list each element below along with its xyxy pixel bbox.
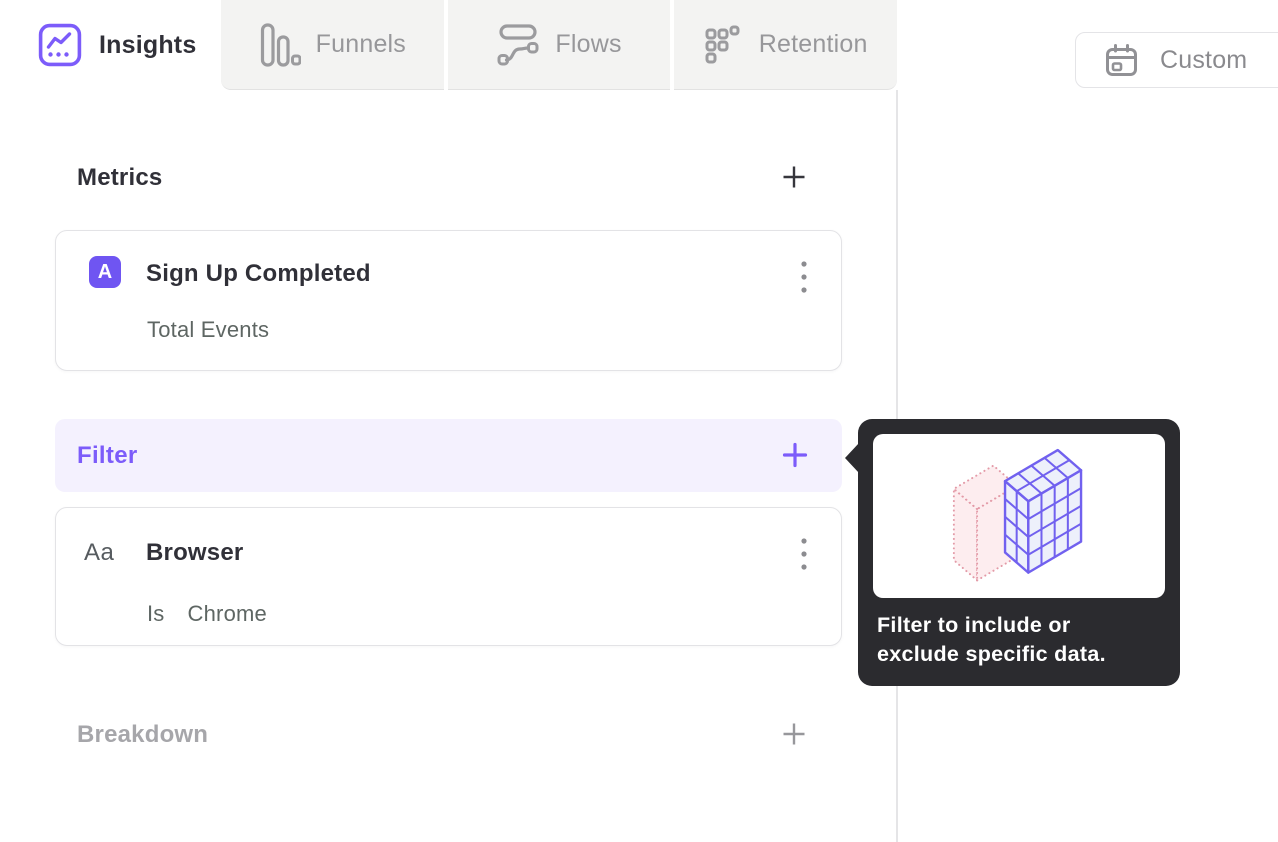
calendar-icon xyxy=(1106,43,1137,76)
filter-card-browser[interactable]: Aa Browser Is Chrome xyxy=(55,507,842,646)
tab-funnels-label: Funnels xyxy=(315,30,406,58)
tab-retention[interactable]: Retention xyxy=(674,0,898,90)
tooltip-text-line2: exclude specific data. xyxy=(877,642,1106,666)
metric-title: Sign Up Completed xyxy=(146,260,371,287)
filter-section-row[interactable]: Filter xyxy=(55,419,842,492)
metric-options-kebab-icon[interactable] xyxy=(796,259,812,295)
metrics-section-title: Metrics xyxy=(77,164,163,191)
tab-insights[interactable]: Insights xyxy=(0,0,220,90)
tooltip-text: Filter to include or exclude specific da… xyxy=(877,611,1167,669)
inactive-tabs-group: Funnels Flows Retention xyxy=(221,0,898,90)
flows-icon xyxy=(497,23,539,65)
tab-insights-label: Insights xyxy=(99,30,197,59)
plus-icon xyxy=(783,166,805,188)
filter-operator: Is xyxy=(147,601,165,626)
funnels-icon xyxy=(260,22,301,67)
add-metric-button[interactable] xyxy=(782,164,808,190)
tab-funnels[interactable]: Funnels xyxy=(221,0,444,90)
date-range-custom-button[interactable]: Custom xyxy=(1075,32,1278,88)
filter-tooltip: Filter to include or exclude specific da… xyxy=(845,419,1180,686)
tooltip-arrow xyxy=(845,443,859,473)
custom-button-label: Custom xyxy=(1160,45,1248,74)
tab-flows-label: Flows xyxy=(555,30,622,58)
tooltip-illustration-box xyxy=(873,434,1165,598)
filter-cube-illustration xyxy=(952,448,1083,582)
add-filter-button[interactable] xyxy=(782,442,808,468)
filter-section-title: Filter xyxy=(77,442,138,469)
filter-value: Chrome xyxy=(187,601,267,626)
metric-series-badge: A xyxy=(89,256,121,288)
filter-property-name: Browser xyxy=(146,539,244,566)
plus-icon xyxy=(782,442,808,468)
report-tabs-bar: Insights Funnels Flows Retention Custom xyxy=(0,0,1278,90)
filter-condition: Is Chrome xyxy=(147,601,267,627)
breakdown-section-title: Breakdown xyxy=(77,721,209,748)
tab-retention-label: Retention xyxy=(758,30,868,58)
tab-flows[interactable]: Flows xyxy=(447,0,671,90)
retention-icon xyxy=(705,25,740,63)
filter-options-kebab-icon[interactable] xyxy=(796,536,812,572)
add-breakdown-button[interactable] xyxy=(782,721,808,747)
metric-card-sign-up-completed[interactable]: A Sign Up Completed Total Events xyxy=(55,230,842,371)
insights-chart-icon xyxy=(38,23,82,67)
insights-query-builder: Insights Funnels Flows Retention Custom … xyxy=(0,0,1278,842)
string-property-icon: Aa xyxy=(84,539,115,566)
plus-icon xyxy=(783,723,805,745)
tooltip-text-line1: Filter to include or xyxy=(877,613,1071,637)
metric-aggregation: Total Events xyxy=(147,317,270,342)
